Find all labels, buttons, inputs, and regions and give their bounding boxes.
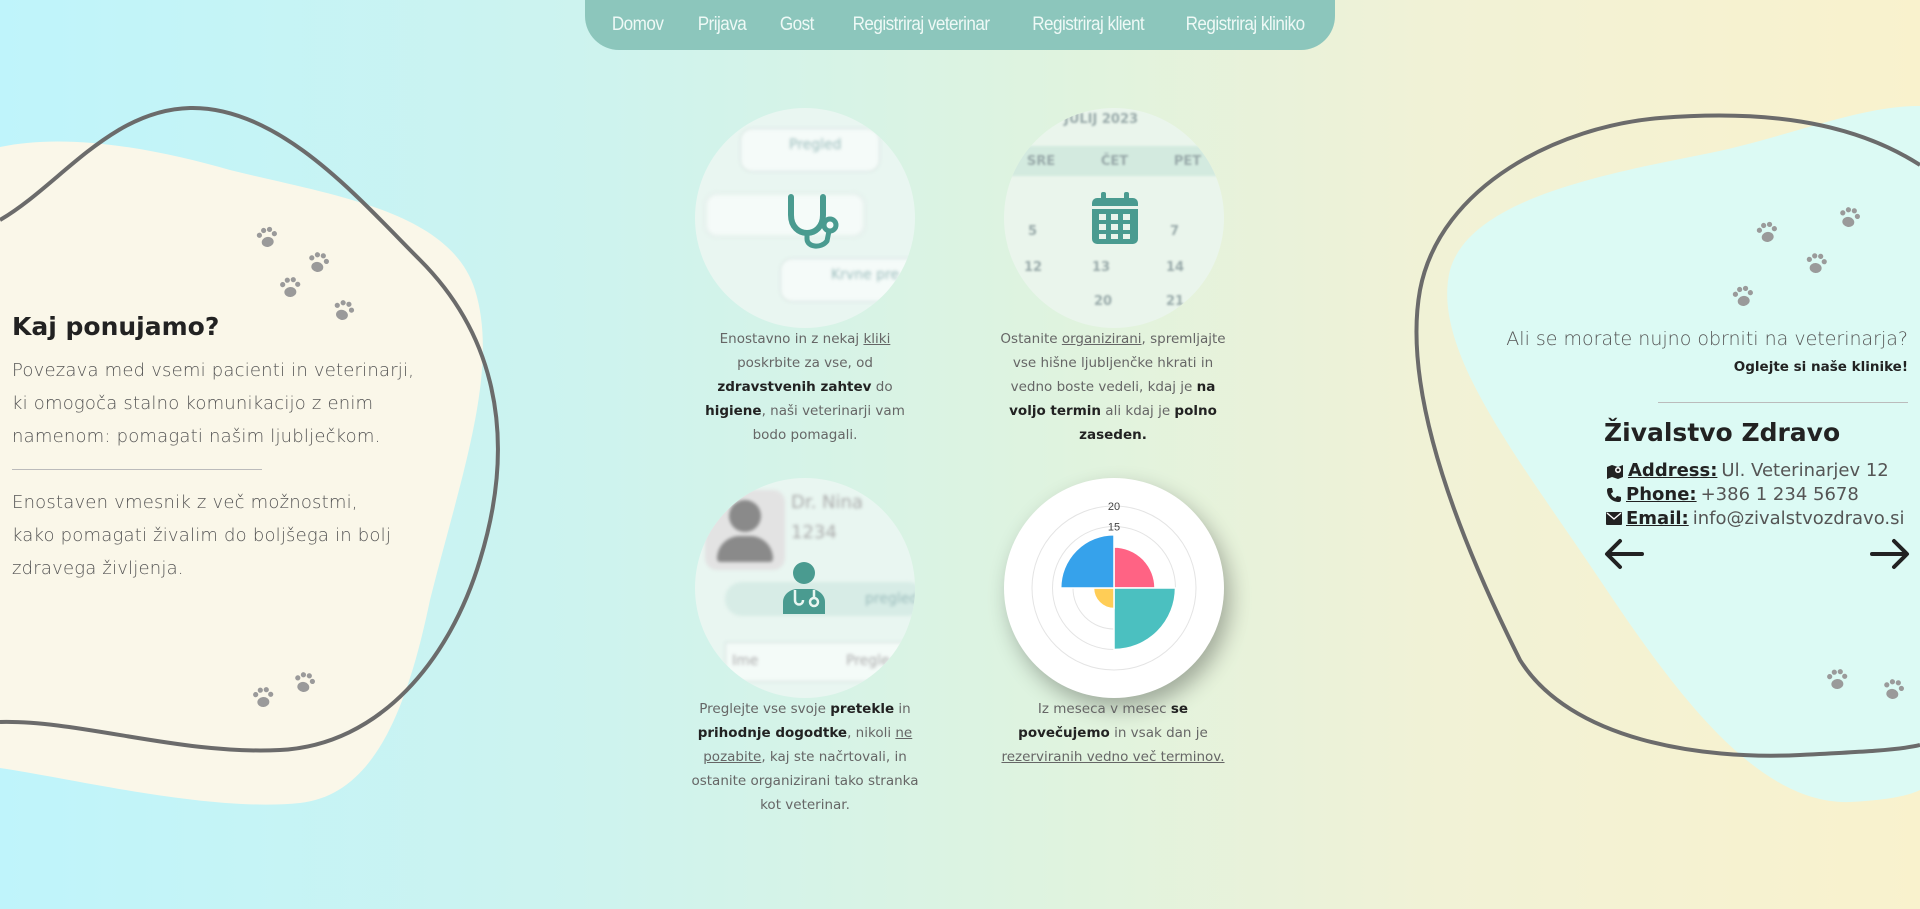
calendar-header: SRE ČET PET (1004, 146, 1224, 176)
left-blob (0, 141, 483, 805)
ghost-text: 1234 (791, 522, 837, 543)
arrow-right-icon[interactable] (1870, 534, 1910, 574)
feature-2-text: Ostanite organizirani, spremljajte vse h… (998, 327, 1228, 447)
offer-title: Kaj ponujamo? (12, 312, 220, 341)
top-nav: Domov Prijava Gost Registriraj veterinar… (585, 0, 1335, 50)
clinic-name: Živalstvo Zdravo (1604, 418, 1841, 447)
envelope-icon (1606, 512, 1622, 525)
phone-icon (1607, 487, 1621, 502)
background-shapes (0, 105, 1920, 805)
text: Preglejte vse svoje (699, 701, 831, 717)
polar-slice (1113, 546, 1156, 589)
doctor-icon (783, 562, 825, 614)
tick-label: 15 (1108, 522, 1120, 534)
nav-registriraj-klient[interactable]: Registriraj klient (1032, 14, 1144, 36)
bold-text: zdravstvenih zahtev (717, 379, 872, 395)
feature-4-link[interactable]: rezerviranih vedno več terminov. (1001, 749, 1224, 765)
feature-4-text: Iz meseca v mesec se povečujemo in vsak … (998, 697, 1228, 769)
phone-value: +386 1 234 5678 (1700, 484, 1859, 505)
bold-text: prihodnje dogodtke (697, 725, 848, 741)
clinic-phone: Phone: +386 1 234 5678 (1606, 484, 1859, 505)
nav-registriraj-kliniko[interactable]: Registriraj kliniko (1186, 14, 1306, 36)
calendar-day: ČET (1100, 153, 1129, 169)
arrow-left-icon[interactable] (1604, 534, 1644, 574)
calendar-day: SRE (1026, 153, 1056, 169)
calendar-num: 13 (1092, 260, 1111, 275)
calendar-num: 20 (1094, 294, 1113, 309)
clinic-email: Email: info@zivalstvozdravo.si (1606, 508, 1905, 529)
text: Ostanite (1000, 331, 1062, 347)
polar-area-chart: 2015 (1031, 501, 1197, 671)
address-value: Ul. Veterinarjev 12 (1721, 460, 1889, 481)
clinics-link[interactable]: Oglejte si naše klinike! (1734, 359, 1908, 375)
text: Iz meseca v mesec (1037, 701, 1171, 717)
calendar-month: JULIJ 2023 (1064, 112, 1139, 127)
ghost-text: Krvne pre (831, 267, 900, 283)
text: Enostavno in z nekaj (719, 331, 864, 347)
ghost-text: Pregle (846, 653, 890, 669)
ghost-card: Pregled (740, 128, 880, 172)
stethoscope-icon (788, 194, 839, 249)
ghost-card: Krvne pre (780, 258, 915, 302)
offer-paragraph-1: Povezava med vsemi pacienti in veterinar… (12, 360, 415, 447)
bold-text: pretekle (830, 701, 895, 717)
nav-registriraj-veterinar[interactable]: Registriraj veterinar (852, 14, 989, 36)
email-value: info@zivalstvozdravo.si (1692, 508, 1905, 529)
nav-gost[interactable]: Gost (780, 14, 814, 36)
calendar-num: 7 (1170, 224, 1180, 239)
divider (12, 469, 262, 470)
polar-slice (1113, 587, 1177, 651)
nav-domov[interactable]: Domov (612, 14, 664, 36)
polar-slice (1092, 587, 1115, 610)
ghost-table: Ime Pregle (725, 642, 915, 682)
feature-3-text: Preglejte vse svoje pretekle in prihodnj… (690, 697, 920, 817)
emergency-question: Ali se morate nujno obrniti na veterinar… (1506, 328, 1908, 350)
text: in (894, 701, 911, 717)
phone-label: Phone: (1626, 484, 1697, 505)
email-label: Email: (1626, 508, 1689, 529)
text: ali kdaj je (1101, 403, 1175, 419)
offer-paragraph-2: Enostaven vmesnik z več možnostmi, kako … (12, 492, 392, 579)
ghost-text: pregledam (865, 591, 915, 607)
calendar-num: 14 (1166, 260, 1185, 275)
divider (1658, 402, 1908, 403)
address-label: Address: (1628, 460, 1718, 481)
text: , naši veterinarji vam bodo pomagali. (752, 403, 905, 443)
feature-1-link[interactable]: kliki (863, 331, 890, 347)
calendar-icon (1092, 192, 1138, 244)
calendar-day: PET (1173, 153, 1202, 169)
clinic-address: Address: Ul. Veterinarjev 12 (1606, 460, 1889, 481)
text: , nikoli (847, 725, 896, 741)
text: poskrbite za vse, od (737, 355, 873, 371)
text: do (871, 379, 893, 395)
text: in vsak dan je (1109, 725, 1208, 741)
feature-1-image: Pregled Krvne pre (695, 108, 915, 328)
tick-label: 20 (1108, 501, 1120, 513)
nav-prijava[interactable]: Prijava (698, 14, 747, 36)
calendar-num: 12 (1024, 260, 1043, 275)
calendar-num: 5 (1028, 224, 1038, 239)
bold-text: higiene (705, 403, 762, 419)
avatar-head (729, 500, 761, 532)
ghost-text: Ime (732, 653, 759, 669)
map-icon (1607, 464, 1623, 479)
feature-4-chart-card: 20 15 (1004, 478, 1224, 698)
feature-3-image: Dr. Nina 1234 pregledam Ime Pregle (695, 478, 915, 698)
ghost-text: Dr. Nina (791, 492, 863, 513)
calendar-num: 21 (1166, 294, 1185, 309)
feature-2-image: JULIJ 2023 SRE ČET PET 5 7 12 13 14 20 2… (1004, 108, 1224, 328)
polar-slice (1059, 533, 1115, 589)
ghost-text: Pregled (789, 137, 842, 153)
feature-1-text: Enostavno in z nekaj kliki poskrbite za … (690, 327, 920, 447)
feature-2-link[interactable]: organizirani (1062, 331, 1142, 347)
